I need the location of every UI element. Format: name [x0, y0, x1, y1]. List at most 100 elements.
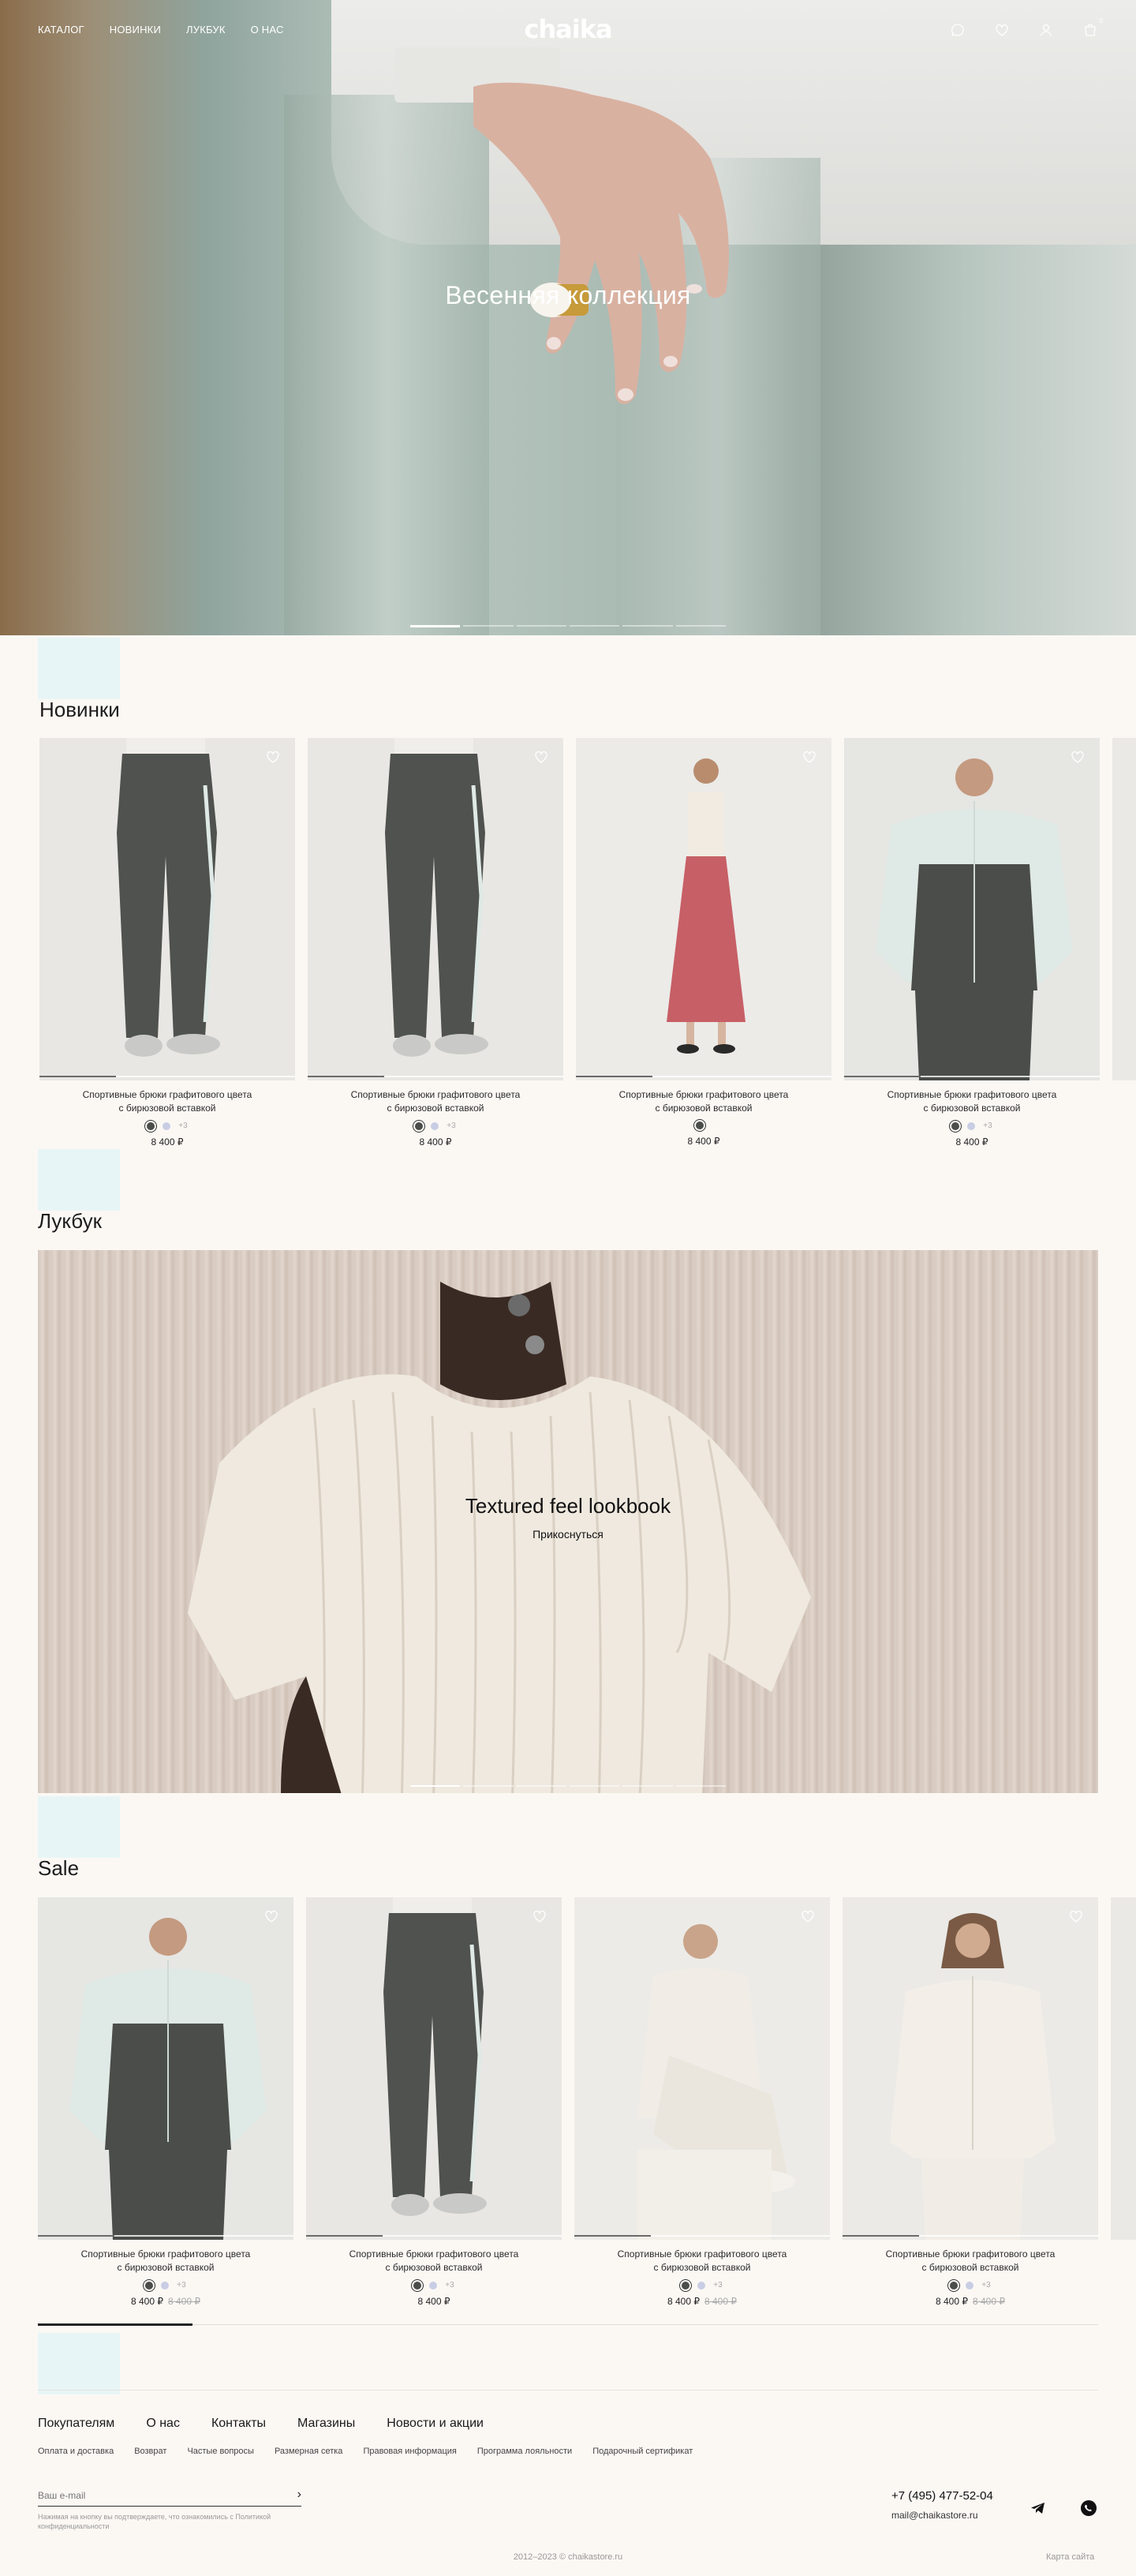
- product-name[interactable]: Спортивные брюки графитового цвета: [844, 1088, 1100, 1102]
- product-image[interactable]: [308, 738, 563, 1080]
- footer-link[interactable]: Программа лояльности: [477, 2447, 572, 2456]
- slider-dot[interactable]: [516, 1785, 566, 1787]
- more-colors[interactable]: +3: [178, 1121, 187, 1130]
- swatch-graphite[interactable]: [415, 1121, 424, 1130]
- slider-dot[interactable]: [675, 1785, 726, 1787]
- footer-nav-stores[interactable]: Магазины: [297, 2417, 355, 2431]
- swatch-lavender[interactable]: [161, 2281, 170, 2290]
- product-name-line2[interactable]: с бирюзовой вставкой: [306, 2261, 562, 2275]
- slider-dot[interactable]: [569, 1785, 620, 1787]
- product-name[interactable]: Спортивные брюки графитового цвета: [574, 2248, 830, 2261]
- cart-icon[interactable]: 0: [1082, 17, 1103, 38]
- logo[interactable]: chaika: [521, 14, 615, 44]
- product-card[interactable]: Спортивные брюки графитового цвета с бирю…: [844, 738, 1100, 1148]
- nav-new[interactable]: НОВИНКИ: [110, 24, 161, 36]
- swatch-graphite[interactable]: [147, 1121, 155, 1130]
- swatch-lavender[interactable]: [429, 2281, 438, 2290]
- heart-icon[interactable]: [994, 22, 1010, 38]
- product-image[interactable]: [574, 1897, 830, 2240]
- swatch-graphite[interactable]: [413, 2281, 422, 2290]
- product-image[interactable]: [576, 738, 831, 1080]
- product-name-line2[interactable]: с бирюзовой вставкой: [308, 1102, 563, 1115]
- swatch-lavender[interactable]: [966, 2281, 974, 2290]
- nav-lookbook[interactable]: ЛУКБУК: [186, 24, 226, 36]
- more-colors[interactable]: +3: [177, 2281, 185, 2290]
- favorite-heart-icon[interactable]: [265, 749, 281, 765]
- slider-dot[interactable]: [675, 625, 726, 627]
- product-name-line2[interactable]: с бирюзовой вставкой: [38, 2261, 293, 2275]
- product-card[interactable]: Спортивные брюки графитового цвета с бирю…: [574, 1897, 830, 2307]
- footer-link[interactable]: Частые вопросы: [187, 2447, 254, 2456]
- favorite-heart-icon[interactable]: [533, 749, 549, 765]
- product-name[interactable]: Спортивные брюки графитового цвета: [308, 1088, 563, 1102]
- hero-banner[interactable]: [0, 0, 1136, 635]
- telegram-icon[interactable]: [1029, 2499, 1048, 2518]
- whatsapp-icon[interactable]: [1079, 2499, 1098, 2518]
- product-card[interactable]: Спортивные брюки графитового цвета с бирю…: [308, 738, 563, 1148]
- product-image[interactable]: [38, 1897, 293, 2240]
- favorite-heart-icon[interactable]: [1070, 749, 1086, 765]
- swatch-graphite[interactable]: [950, 2281, 958, 2290]
- footer-nav-contacts[interactable]: Контакты: [211, 2417, 266, 2431]
- swatch-graphite[interactable]: [951, 1121, 960, 1130]
- slider-dot[interactable]: [569, 625, 620, 627]
- product-name-line2[interactable]: с бирюзовой вставкой: [576, 1102, 831, 1115]
- product-name[interactable]: Спортивные брюки графитового цвета: [38, 2248, 293, 2261]
- slider-dot[interactable]: [410, 1785, 461, 1787]
- footer-link[interactable]: Размерная сетка: [275, 2447, 342, 2456]
- swatch-graphite[interactable]: [145, 2281, 154, 2290]
- slider-dot[interactable]: [463, 1785, 514, 1787]
- product-card[interactable]: Спортивные брюки графитового цвета с бирю…: [39, 738, 295, 1148]
- email-input[interactable]: [38, 2486, 275, 2505]
- slider-dot[interactable]: [463, 625, 514, 627]
- product-card[interactable]: Спортивные брюки графитового цвета с бирю…: [306, 1897, 562, 2307]
- nav-catalog[interactable]: КАТАЛОГ: [38, 24, 84, 36]
- slider-dot[interactable]: [622, 1785, 673, 1787]
- swatch-lavender[interactable]: [431, 1121, 439, 1130]
- product-card[interactable]: Спортивные брюки графитового цвета с бирю…: [843, 1897, 1098, 2307]
- favorite-heart-icon[interactable]: [532, 1908, 547, 1924]
- swatch-graphite[interactable]: [696, 1121, 704, 1129]
- product-name[interactable]: Спортивные брюки графитового цвета: [39, 1088, 295, 1102]
- more-colors[interactable]: +3: [447, 1121, 455, 1130]
- product-image[interactable]: [39, 738, 295, 1080]
- footer-link[interactable]: Подарочный сертификат: [592, 2447, 693, 2456]
- footer-link[interactable]: Оплата и доставка: [38, 2447, 114, 2456]
- carousel-scrollbar-thumb[interactable]: [38, 2323, 192, 2326]
- swatch-lavender[interactable]: [697, 2281, 706, 2290]
- swatch-lavender[interactable]: [967, 1121, 976, 1130]
- footer-nav-about[interactable]: О нас: [146, 2417, 180, 2431]
- sitemap-link[interactable]: Карта сайта: [1046, 2552, 1094, 2562]
- product-name[interactable]: Спортивные брюки графитового цвета: [306, 2248, 562, 2261]
- product-name-line2[interactable]: с бирюзовой вставкой: [844, 1102, 1100, 1115]
- lookbook-banner[interactable]: [38, 1250, 1098, 1793]
- product-name-line2[interactable]: с бирюзовой вставкой: [574, 2261, 830, 2275]
- chat-icon[interactable]: [950, 22, 966, 38]
- swatch-graphite[interactable]: [682, 2281, 690, 2290]
- product-name[interactable]: Спортивные брюки графитового цвета: [843, 2248, 1098, 2261]
- more-colors[interactable]: +3: [713, 2281, 722, 2290]
- favorite-heart-icon[interactable]: [802, 749, 817, 765]
- product-image[interactable]: [306, 1897, 562, 2240]
- product-image[interactable]: [844, 738, 1100, 1080]
- user-icon[interactable]: [1038, 22, 1054, 38]
- submit-arrow-icon[interactable]: ›: [297, 2488, 301, 2502]
- slider-dot[interactable]: [410, 625, 461, 627]
- favorite-heart-icon[interactable]: [1068, 1908, 1084, 1924]
- favorite-heart-icon[interactable]: [263, 1908, 279, 1924]
- product-name[interactable]: Спортивные брюки графитового цвета: [576, 1088, 831, 1102]
- product-image[interactable]: [843, 1897, 1098, 2240]
- product-card[interactable]: Спортивные брюки графитового цвета с бирю…: [38, 1897, 293, 2307]
- contact-email[interactable]: mail@chaikastore.ru: [891, 2510, 978, 2521]
- favorite-heart-icon[interactable]: [800, 1908, 816, 1924]
- lookbook-cta[interactable]: Прикоснуться: [38, 1528, 1098, 1541]
- more-colors[interactable]: +3: [981, 2281, 990, 2290]
- footer-nav-news[interactable]: Новости и акции: [387, 2417, 484, 2431]
- swatch-lavender[interactable]: [163, 1121, 171, 1130]
- phone-number[interactable]: +7 (495) 477-52-04: [891, 2489, 993, 2503]
- slider-dot[interactable]: [622, 625, 673, 627]
- slider-dot[interactable]: [516, 625, 566, 627]
- footer-nav-customers[interactable]: Покупателям: [38, 2417, 114, 2431]
- more-colors[interactable]: +3: [983, 1121, 992, 1130]
- product-card[interactable]: Спортивные брюки графитового цвета с бирю…: [576, 738, 831, 1148]
